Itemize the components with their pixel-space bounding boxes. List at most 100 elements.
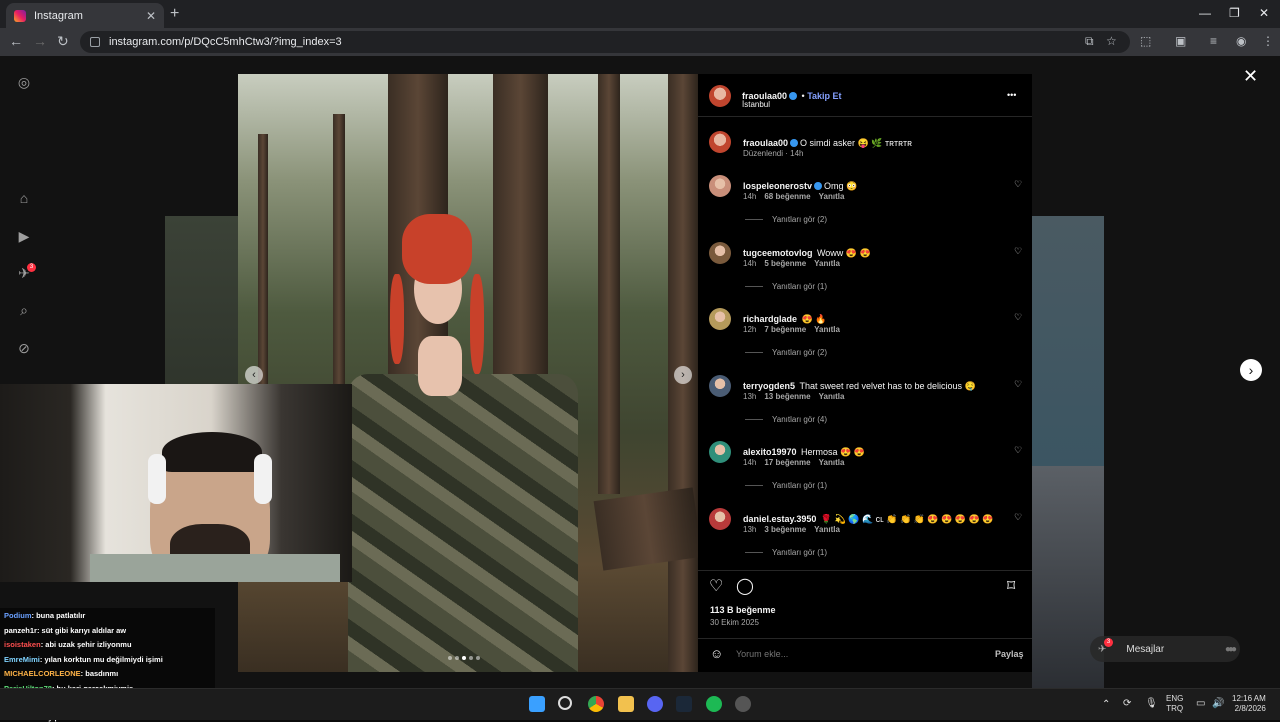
steam-icon[interactable] [676, 696, 692, 712]
caption-text: O simdi asker 😝 🌿 ᴛʀᴛʀᴛʀ [800, 138, 912, 148]
mic-icon[interactable]: 🎙 [1145, 699, 1158, 709]
view-replies-button[interactable]: Yanıtları gör (1) [745, 481, 827, 490]
app-icon[interactable] [735, 696, 751, 712]
discord-icon[interactable] [647, 696, 663, 712]
restore-button[interactable]: ❐ [1229, 6, 1240, 20]
emoji-icon[interactable]: ☺ [710, 646, 723, 661]
extensions-icon[interactable]: ⬚ [1140, 34, 1151, 48]
comment-avatar[interactable] [709, 375, 731, 397]
explore-icon[interactable]: ⊘ [16, 340, 32, 356]
comment-text: That sweet red velvet has to be deliciou… [799, 381, 976, 391]
comment-like-heart-icon[interactable]: ♡ [1014, 312, 1022, 323]
comment-input[interactable] [736, 649, 976, 659]
follow-button[interactable]: Takip Et [807, 91, 841, 101]
forward-arrow-icon[interactable]: → [33, 33, 47, 49]
install-app-icon[interactable]: ⧉ [1085, 34, 1094, 49]
site-info-icon[interactable] [90, 37, 100, 47]
reels-icon[interactable]: ▶ [16, 228, 32, 244]
browser-tab[interactable]: Instagram ✕ [6, 3, 164, 28]
comment-likes[interactable]: 5 beğenme [764, 259, 806, 268]
volume-icon[interactable]: 🔊 [1212, 699, 1224, 709]
comment-username[interactable]: richardglade [743, 314, 797, 324]
back-arrow-icon[interactable]: ← [9, 33, 23, 49]
address-bar[interactable]: instagram.com/p/DQcC5mhCtw3/?img_index=3 [80, 31, 1130, 53]
close-window-button[interactable]: ✕ [1259, 6, 1269, 20]
caption-avatar[interactable] [709, 131, 731, 153]
view-replies-button[interactable]: Yanıtları gör (1) [745, 282, 827, 291]
comment-likes[interactable]: 13 beğenme [764, 392, 810, 401]
comment-likes[interactable]: 7 beğenme [764, 325, 806, 334]
reply-button[interactable]: Yanıtla [819, 192, 845, 201]
tab-close-icon[interactable]: ✕ [146, 9, 156, 23]
home-icon[interactable]: ⌂ [16, 190, 32, 206]
comment-bubble-icon[interactable]: ◯ [736, 576, 754, 596]
next-post-preview[interactable] [1032, 216, 1104, 466]
comment-avatar[interactable] [709, 308, 731, 330]
post-photo[interactable]: ‹ › [238, 74, 698, 672]
comment-like-heart-icon[interactable]: ♡ [1014, 379, 1022, 390]
comment-username[interactable]: lospeleonerostv [743, 181, 812, 191]
reply-button[interactable]: Yanıtla [814, 325, 840, 334]
reload-icon[interactable]: ↻ [57, 33, 69, 50]
next-post-arrow-icon[interactable]: › [1240, 359, 1262, 381]
comment-like-heart-icon[interactable]: ♡ [1014, 445, 1022, 456]
comment-username[interactable]: daniel.estay.3950 [743, 514, 816, 524]
tray-chevron-icon[interactable]: ⌃ [1102, 700, 1110, 710]
comment-avatar[interactable] [709, 441, 731, 463]
comment-avatar[interactable] [709, 508, 731, 530]
bookmark-star-icon[interactable]: ☆ [1106, 34, 1117, 48]
comment-username[interactable]: terryogden5 [743, 381, 795, 391]
red-braid [470, 274, 484, 374]
replies-line [745, 552, 763, 553]
comment-avatar[interactable] [709, 175, 731, 197]
instagram-logo-icon[interactable]: ◎ [16, 74, 32, 90]
comment-like-heart-icon[interactable]: ♡ [1014, 512, 1022, 523]
comment-username[interactable]: alexito19970 [743, 447, 797, 457]
minimize-button[interactable]: — [1199, 6, 1211, 20]
view-replies-button[interactable]: Yanıtları gör (2) [745, 348, 827, 357]
chrome-icon[interactable] [588, 696, 604, 712]
more-options-icon[interactable]: ••• [1007, 90, 1016, 100]
reply-button[interactable]: Yanıtla [819, 458, 845, 467]
file-explorer-icon[interactable] [618, 696, 634, 712]
comment-likes[interactable]: 68 beğenme [764, 192, 810, 201]
photo-next-arrow-icon[interactable]: › [674, 366, 692, 384]
comment-likes[interactable]: 3 beğenme [764, 525, 806, 534]
new-tab-button[interactable]: + [170, 5, 179, 23]
media-control-icon[interactable]: ≡ [1210, 34, 1217, 48]
view-replies-button[interactable]: Yanıtları gör (2) [745, 215, 827, 224]
author-avatar[interactable] [709, 85, 731, 107]
view-replies-button[interactable]: Yanıtları gör (4) [745, 415, 827, 424]
save-bookmark-icon[interactable]: ⌑ [1007, 576, 1015, 596]
caption-username[interactable]: fraoulaa00 [743, 138, 788, 148]
split-view-icon[interactable]: ▣ [1175, 34, 1186, 48]
spotify-icon[interactable] [706, 696, 722, 712]
share-button[interactable]: Paylaş [995, 649, 1024, 659]
reply-button[interactable]: Yanıtla [814, 259, 840, 268]
messages-pill-badge: 3 [1104, 638, 1113, 647]
photo-prev-arrow-icon[interactable]: ‹ [245, 366, 263, 384]
close-post-icon[interactable]: ✕ [1243, 66, 1258, 87]
comment-avatar[interactable] [709, 242, 731, 264]
like-heart-icon[interactable]: ♡ [709, 576, 723, 596]
search-taskbar-icon[interactable] [558, 696, 572, 710]
clock[interactable]: 12:16 AM 2/8/2026 [1232, 694, 1266, 714]
language-indicator[interactable]: ENG TRQ [1166, 694, 1183, 714]
comment-like-heart-icon[interactable]: ♡ [1014, 246, 1022, 257]
comment-username[interactable]: tugceemotovlog [743, 248, 813, 258]
messages-pill[interactable]: ✈ 3 Mesajlar ●●● [1090, 636, 1240, 662]
reply-button[interactable]: Yanıtla [819, 392, 845, 401]
comment-like-heart-icon[interactable]: ♡ [1014, 179, 1022, 190]
display-icon[interactable]: ▭ [1196, 699, 1205, 709]
network-icon[interactable]: ⟳ [1123, 699, 1131, 709]
browser-menu-icon[interactable]: ⋮ [1262, 34, 1274, 48]
post-location[interactable]: İstanbul [742, 100, 770, 109]
reply-button[interactable]: Yanıtla [814, 525, 840, 534]
windows-start-icon[interactable] [529, 696, 545, 712]
comment-likes[interactable]: 17 beğenme [764, 458, 810, 467]
view-replies-button[interactable]: Yanıtları gör (1) [745, 548, 827, 557]
view-replies-label: Yanıtları gör (1) [772, 548, 827, 557]
likes-count[interactable]: 113 B beğenme [710, 605, 776, 615]
profile-avatar-icon[interactable]: ◉ [1236, 34, 1246, 48]
search-icon[interactable]: ⌕ [16, 302, 32, 318]
